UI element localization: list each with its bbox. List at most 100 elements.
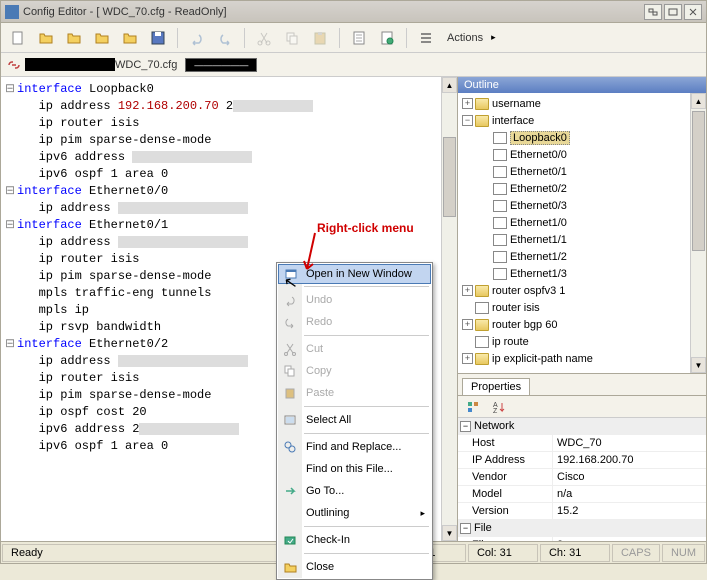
tree-node[interactable]: Ethernet0/1 <box>460 163 704 180</box>
fold-toggle[interactable] <box>3 421 17 438</box>
tree-toggle[interactable]: + <box>462 353 473 364</box>
tab-filename[interactable]: WDC_70.cfg <box>115 59 177 71</box>
minimize-button[interactable] <box>644 4 662 20</box>
code-line[interactable]: ipv6 address <box>17 149 455 166</box>
outline-scrollbar[interactable]: ▲ ▼ <box>690 93 706 373</box>
fold-toggle[interactable] <box>3 200 17 217</box>
folder3-icon[interactable] <box>91 27 113 49</box>
folder2-icon[interactable] <box>63 27 85 49</box>
fold-toggle[interactable] <box>3 404 17 421</box>
maximize-button[interactable] <box>664 4 682 20</box>
fold-toggle[interactable] <box>3 234 17 251</box>
code-line[interactable]: interface Ethernet0/0 <box>17 183 455 200</box>
tree-node[interactable]: Ethernet0/2 <box>460 180 704 197</box>
tab-properties[interactable]: Properties <box>462 378 530 395</box>
code-line[interactable]: ip address 192.168.200.70 2 <box>17 98 455 115</box>
editor-scrollbar[interactable]: ▲ ▼ <box>441 77 457 541</box>
tree-node[interactable]: Ethernet1/1 <box>460 231 704 248</box>
prop-row[interactable]: Version15.2 <box>458 503 706 520</box>
fold-toggle[interactable] <box>3 319 17 336</box>
tree-node[interactable]: −interface <box>460 112 704 129</box>
doc-icon[interactable] <box>348 27 370 49</box>
tree-node[interactable]: +ip explicit-path name <box>460 350 704 367</box>
fold-toggle[interactable] <box>3 302 17 319</box>
tree-node[interactable]: Ethernet1/3 <box>460 265 704 282</box>
tree-node[interactable]: +router bgp 60 <box>460 316 704 333</box>
code-line[interactable]: ip address <box>17 200 455 217</box>
menu-item-find-and-replace-[interactable]: Find and Replace... <box>278 436 431 458</box>
folder4-icon[interactable] <box>119 27 141 49</box>
menu-item-select-all[interactable]: Select All <box>278 409 431 431</box>
prop-category[interactable]: −Network <box>458 418 706 435</box>
fold-toggle[interactable]: ⊟ <box>3 217 17 234</box>
prop-category[interactable]: −File <box>458 520 706 537</box>
cut-icon[interactable] <box>253 27 275 49</box>
categorize-icon[interactable] <box>462 396 484 418</box>
code-line[interactable]: ip router isis <box>17 115 455 132</box>
fold-toggle[interactable] <box>3 353 17 370</box>
scroll-up-icon[interactable]: ▲ <box>442 77 457 93</box>
outline-tree[interactable]: +username−interfaceLoopback0Ethernet0/0E… <box>458 93 706 373</box>
doc2-icon[interactable] <box>376 27 398 49</box>
tree-node[interactable]: router isis <box>460 299 704 316</box>
fold-toggle[interactable] <box>3 285 17 302</box>
fold-toggle[interactable]: ⊟ <box>3 336 17 353</box>
scroll-up-icon[interactable]: ▲ <box>691 93 706 109</box>
fold-toggle[interactable] <box>3 166 17 183</box>
list-icon[interactable] <box>415 27 437 49</box>
prop-row[interactable]: HostWDC_70 <box>458 435 706 452</box>
tree-node[interactable]: Ethernet1/0 <box>460 214 704 231</box>
tree-toggle[interactable]: + <box>462 285 473 296</box>
fold-toggle[interactable] <box>3 251 17 268</box>
category-toggle[interactable]: − <box>460 523 471 534</box>
fold-toggle[interactable]: ⊟ <box>3 183 17 200</box>
scroll-down-icon[interactable]: ▼ <box>442 525 457 541</box>
fold-toggle[interactable] <box>3 370 17 387</box>
fold-toggle[interactable] <box>3 149 17 166</box>
tree-node[interactable]: Ethernet0/0 <box>460 146 704 163</box>
fold-toggle[interactable]: ⊟ <box>3 81 17 98</box>
fold-toggle[interactable] <box>3 132 17 149</box>
properties-grid[interactable]: −NetworkHostWDC_70IP Address192.168.200.… <box>458 418 706 554</box>
tree-node[interactable]: Ethernet1/2 <box>460 248 704 265</box>
tree-toggle[interactable]: + <box>462 319 473 330</box>
menu-item-close[interactable]: Close <box>278 556 431 578</box>
code-line[interactable]: interface Loopback0 <box>17 81 455 98</box>
code-line[interactable]: ipv6 ospf 1 area 0 <box>17 166 455 183</box>
copy-icon[interactable] <box>281 27 303 49</box>
close-button[interactable] <box>684 4 702 20</box>
save-icon[interactable] <box>147 27 169 49</box>
open-folder-icon[interactable] <box>35 27 57 49</box>
tree-node[interactable]: +username <box>460 95 704 112</box>
fold-toggle[interactable] <box>3 387 17 404</box>
tree-node[interactable]: +router ospfv3 1 <box>460 282 704 299</box>
menu-item-find-on-this-file-[interactable]: Find on this File... <box>278 458 431 480</box>
tree-node[interactable]: Loopback0 <box>460 129 704 146</box>
fold-toggle[interactable] <box>3 115 17 132</box>
redo-icon[interactable] <box>214 27 236 49</box>
paste-icon[interactable] <box>309 27 331 49</box>
code-line[interactable]: ip address <box>17 234 455 251</box>
undo-icon[interactable] <box>186 27 208 49</box>
prop-row[interactable]: VendorCisco <box>458 469 706 486</box>
fold-toggle[interactable] <box>3 438 17 455</box>
tree-toggle[interactable]: − <box>462 115 473 126</box>
category-toggle[interactable]: − <box>460 421 471 432</box>
scroll-thumb[interactable] <box>443 137 456 217</box>
scroll-down-icon[interactable]: ▼ <box>691 357 706 373</box>
fold-toggle[interactable] <box>3 268 17 285</box>
code-line[interactable]: ip pim sparse-dense-mode <box>17 132 455 149</box>
menu-item-outlining[interactable]: Outlining▸ <box>278 502 431 524</box>
fold-toggle[interactable] <box>3 98 17 115</box>
tree-node[interactable]: ip route <box>460 333 704 350</box>
tree-node[interactable]: Ethernet0/3 <box>460 197 704 214</box>
prop-row[interactable]: Modeln/a <box>458 486 706 503</box>
new-icon[interactable] <box>7 27 29 49</box>
tree-toggle[interactable]: + <box>462 98 473 109</box>
prop-row[interactable]: IP Address192.168.200.70 <box>458 452 706 469</box>
menu-item-check-in[interactable]: Check-In <box>278 529 431 551</box>
actions-menu[interactable]: Actions <box>447 32 483 44</box>
scroll-thumb[interactable] <box>692 111 705 251</box>
sort-icon[interactable]: AZ <box>488 396 510 418</box>
menu-item-go-to-[interactable]: Go To... <box>278 480 431 502</box>
